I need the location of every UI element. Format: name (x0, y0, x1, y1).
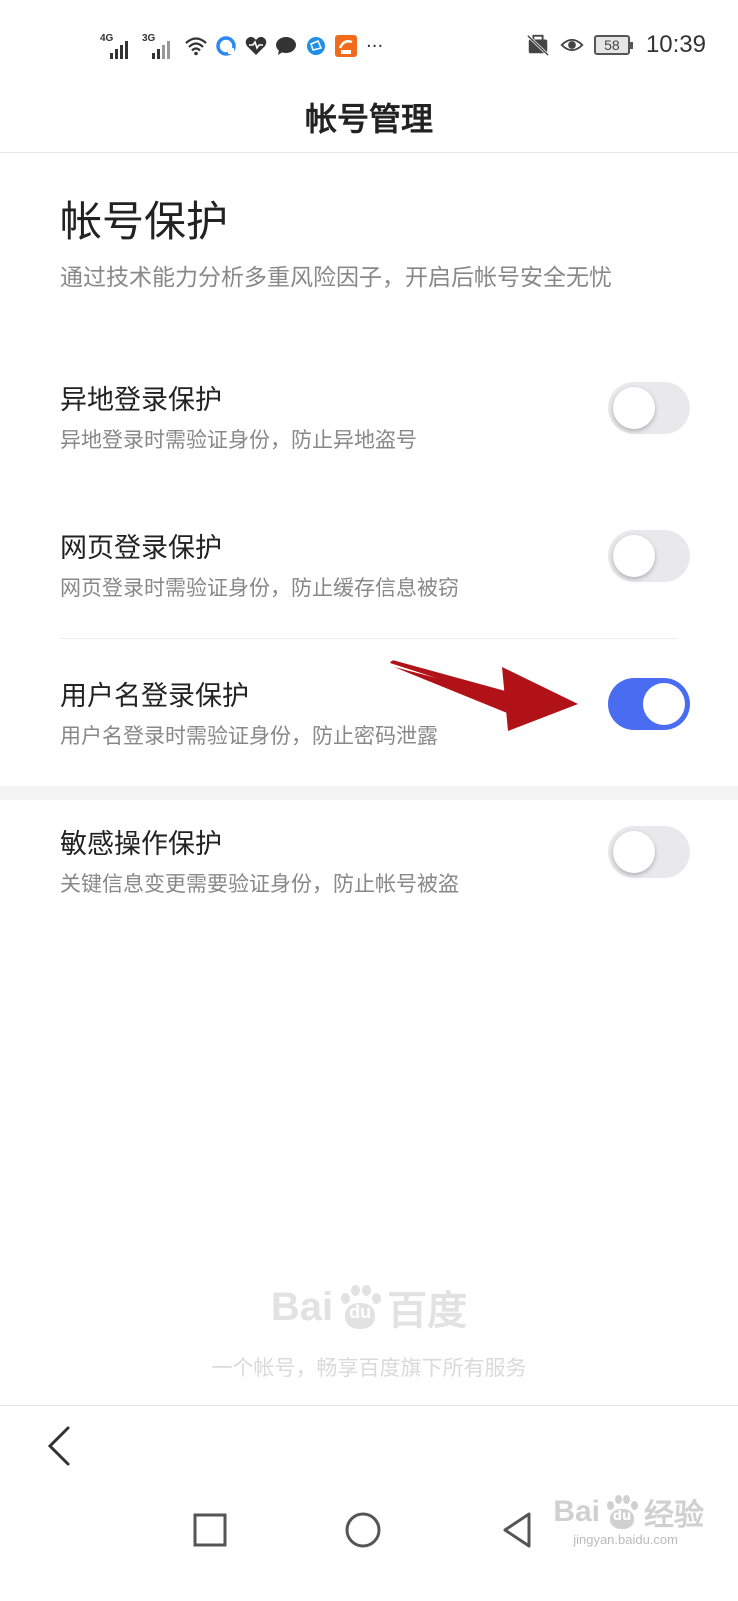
toggle-knob (613, 387, 655, 429)
status-bar-left: 4G 3G ··· (100, 30, 383, 62)
toggle-knob (643, 683, 685, 725)
home-button[interactable] (343, 1510, 383, 1550)
mute-icon (526, 33, 550, 57)
setting-row-remote-login: 异地登录保护 异地登录时需验证身份，防止异地盗号 (0, 378, 738, 488)
toggle-knob (613, 831, 655, 873)
setting-label: 网页登录保护 (60, 533, 222, 564)
title-bar: 帐号管理 (0, 90, 738, 153)
setting-description: 用户名登录时需验证身份，防止密码泄露 (60, 724, 438, 748)
watermark: Bai du 经验 (553, 1490, 704, 1534)
setting-description: 网页登录时需验证身份，防止缓存信息被窃 (60, 576, 459, 600)
status-bar: 4G 3G ··· 58 10:39 (0, 0, 738, 90)
back-chevron-icon[interactable] (40, 1422, 80, 1470)
wifi-icon (184, 34, 208, 58)
watermark-url: jingyan.baidu.com (573, 1532, 678, 1547)
browser-icon (214, 34, 238, 58)
more-notifications-icon: ··· (366, 35, 384, 57)
section-header: 帐号保护 (60, 188, 228, 249)
status-bar-right: 58 10:39 (526, 28, 706, 62)
battery-icon: 58 (593, 35, 633, 55)
setting-label: 异地登录保护 (60, 385, 222, 416)
app-icon (334, 34, 358, 58)
setting-description: 关键信息变更需要验证身份，防止帐号被盗 (60, 872, 459, 896)
brand-cn: 百度 (387, 1289, 468, 1333)
system-back-button[interactable] (497, 1510, 537, 1550)
toggle-knob (613, 535, 655, 577)
chat-icon (274, 34, 298, 58)
network-icon (304, 34, 328, 58)
paw-icon: du (337, 1285, 383, 1329)
setting-row-username-login: 用户名登录保护 用户名登录时需验证身份，防止密码泄露 (0, 674, 738, 784)
recent-apps-button[interactable] (190, 1510, 230, 1550)
signal-icon-2: 3G (142, 33, 178, 59)
remote-login-toggle[interactable] (608, 382, 690, 434)
red-arrow-annotation (390, 660, 578, 731)
footer-brand: Bai du 百度 (0, 1278, 738, 1336)
username-login-toggle[interactable] (608, 678, 690, 730)
section-divider (0, 786, 738, 800)
signal-icon: 4G (100, 33, 136, 59)
watermark-text: Bai (553, 1495, 600, 1528)
clock: 10:39 (645, 31, 706, 58)
brand-du: du (349, 1302, 372, 1322)
section-title: 帐号保护 (60, 197, 229, 246)
brand-text: Bai (270, 1284, 334, 1329)
setting-label: 用户名登录保护 (60, 681, 249, 712)
web-login-toggle[interactable] (608, 530, 690, 582)
divider (60, 638, 678, 639)
page-title: 帐号管理 (304, 100, 433, 138)
footer-slogan: 一个帐号，畅享百度旗下所有服务 (211, 1356, 527, 1380)
eye-icon (560, 33, 584, 57)
watermark-du: du (612, 1509, 632, 1524)
section-description: 通过技术能力分析多重风险因子，开启后帐号安全无忧 (60, 265, 612, 291)
setting-row-web-login: 网页登录保护 网页登录时需验证身份，防止缓存信息被窃 (0, 526, 738, 636)
baidu-logo: Bai du 百度 (271, 1278, 467, 1336)
watermark-paw-icon: du (604, 1495, 640, 1529)
sensitive-operation-toggle[interactable] (608, 826, 690, 878)
setting-description: 异地登录时需验证身份，防止异地盗号 (60, 428, 417, 452)
setting-label: 敏感操作保护 (60, 829, 222, 860)
watermark-cn: 经验 (644, 1499, 704, 1532)
setting-row-sensitive-operation: 敏感操作保护 关键信息变更需要验证身份，防止帐号被盗 (0, 822, 738, 932)
health-icon (244, 34, 268, 58)
